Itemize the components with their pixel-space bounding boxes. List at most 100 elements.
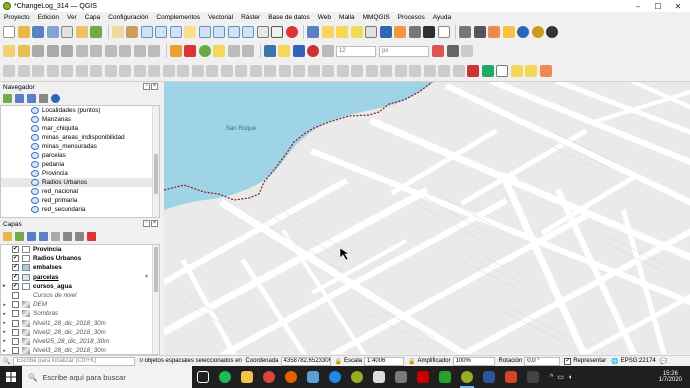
cut-features-icon[interactable]: [90, 45, 102, 57]
layer-symbol-swatch[interactable]: [22, 264, 30, 272]
app-icon-8[interactable]: [522, 366, 544, 388]
expand-all-icon[interactable]: [63, 231, 72, 241]
expand-chevron-icon[interactable]: ▸: [3, 348, 9, 354]
plugin-m-icon[interactable]: [525, 64, 537, 77]
temporal-controller-icon[interactable]: [271, 26, 283, 38]
python-console-icon[interactable]: [459, 26, 471, 38]
browser-item[interactable]: pedania: [1, 160, 159, 169]
browser-item[interactable]: red_primaria: [1, 196, 159, 205]
plugin-g-icon[interactable]: [432, 45, 444, 57]
deselect-icon[interactable]: [350, 26, 363, 38]
collapse-all-layers-icon[interactable]: [75, 231, 84, 241]
zoom-full-icon[interactable]: [169, 26, 182, 38]
layer-item[interactable]: ▸ DEM: [1, 300, 159, 309]
spotify-icon[interactable]: [214, 366, 236, 388]
select-features-icon[interactable]: [321, 26, 334, 38]
advanced-edit-20-icon[interactable]: [278, 64, 291, 77]
advanced-edit-12-icon[interactable]: [162, 64, 175, 77]
add-group-icon[interactable]: [15, 231, 24, 241]
zoom-next-icon[interactable]: [242, 26, 254, 38]
layer-item[interactable]: ✓ Provincia: [1, 245, 159, 254]
layer-visibility-checkbox[interactable]: [12, 319, 19, 327]
browser-scrollbar[interactable]: [152, 106, 159, 217]
layer-visibility-checkbox[interactable]: [12, 328, 19, 336]
menu-procesos[interactable]: Procesos: [398, 14, 425, 21]
expand-chevron-icon[interactable]: ▸: [3, 329, 9, 335]
app-icon-1[interactable]: [302, 366, 324, 388]
taskbar-clock[interactable]: 15:26 1/7/2020: [659, 366, 682, 388]
advanced-edit-7-icon[interactable]: [90, 64, 102, 77]
menu-base-de-datos[interactable]: Base de datos: [268, 14, 310, 21]
undo-icon[interactable]: [133, 45, 146, 57]
layer-item[interactable]: ▸ Nivel2_28_dic_2018_30m: [1, 328, 159, 337]
advanced-edit-4-icon[interactable]: [46, 64, 59, 77]
statistics-icon[interactable]: [394, 26, 406, 38]
browser-item[interactable]: red_secundaria: [1, 205, 159, 214]
menu-vectorial[interactable]: Vectorial: [208, 14, 233, 21]
filter-icon[interactable]: ▼: [144, 274, 149, 280]
manage-visibility-icon[interactable]: [27, 231, 36, 241]
plugin-i-icon[interactable]: [461, 45, 473, 57]
layer-item[interactable]: Cursos de nivel: [1, 291, 159, 300]
app-icon-5[interactable]: [412, 366, 434, 388]
edit-pencil-icon[interactable]: [3, 45, 15, 57]
menu-configuracion[interactable]: Configuración: [108, 14, 148, 21]
layer-visibility-checkbox[interactable]: ✓: [12, 246, 19, 254]
expand-chevron-icon[interactable]: ▸: [3, 311, 9, 317]
layer-symbol-swatch[interactable]: [22, 273, 30, 281]
app-icon-3[interactable]: [368, 366, 390, 388]
tray-chevron-icon[interactable]: ^: [550, 374, 553, 381]
open-layer-styling-icon[interactable]: [3, 231, 12, 241]
layer-item[interactable]: ✓ parcelas ▼: [1, 273, 159, 282]
advanced-edit-2-icon[interactable]: [17, 64, 30, 77]
filter-browser-icon[interactable]: [27, 93, 36, 103]
zoom-out-icon[interactable]: [155, 26, 167, 38]
field-calculator-icon[interactable]: [379, 26, 392, 38]
layer-visibility-checkbox[interactable]: [12, 292, 19, 300]
layer-item[interactable]: ▸ Sombras: [1, 309, 159, 318]
close-panel-icon[interactable]: ×: [151, 220, 158, 227]
plugin-e-icon[interactable]: [546, 26, 558, 38]
advanced-edit-19-icon[interactable]: [264, 64, 276, 77]
layers-scroll-thumb[interactable]: [154, 247, 158, 292]
advanced-edit-1-icon[interactable]: [3, 64, 15, 77]
plugin-k-icon[interactable]: [496, 64, 508, 77]
processing-toolbox-icon[interactable]: [292, 45, 305, 57]
plugin-d-icon[interactable]: [531, 26, 544, 38]
expand-chevron-icon[interactable]: ▸: [3, 338, 9, 344]
chrome-icon[interactable]: [258, 366, 280, 388]
redo-icon[interactable]: [148, 45, 160, 57]
attribute-table-icon[interactable]: [365, 26, 377, 38]
app-icon-6[interactable]: [434, 366, 456, 388]
measure-icon[interactable]: [408, 26, 421, 38]
start-button[interactable]: [0, 366, 22, 388]
menu-ver[interactable]: Ver: [67, 14, 77, 21]
magnifier-spinbox[interactable]: 100%: [452, 356, 495, 366]
rotation-spinbox[interactable]: 0,0 °: [524, 356, 561, 366]
browser-item[interactable]: Provincia: [1, 169, 159, 178]
layer-visibility-checkbox[interactable]: ✓: [12, 273, 19, 281]
zoom-native-icon[interactable]: [213, 26, 225, 38]
scale-lock-icon[interactable]: 🔒: [335, 358, 342, 365]
new-project-icon[interactable]: [3, 26, 15, 38]
filter-legend-icon[interactable]: [39, 231, 48, 241]
advanced-edit-28-icon[interactable]: [394, 64, 407, 77]
new-map-view-icon[interactable]: [256, 26, 269, 38]
browser-item[interactable]: parcelas: [1, 151, 159, 160]
coordinate-field[interactable]: 4358782,6523306: [280, 356, 331, 366]
plugin-l-icon[interactable]: [510, 64, 523, 77]
browser-item[interactable]: red_nacional: [1, 187, 159, 196]
app-icon-7[interactable]: [500, 366, 522, 388]
select-by-expression-icon[interactable]: [336, 26, 348, 38]
menu-ayuda[interactable]: Ayuda: [433, 14, 451, 21]
layer-item[interactable]: ▸ ✓ cursos_agua: [1, 282, 159, 291]
plugin-a-icon[interactable]: [488, 26, 500, 38]
firefox-icon[interactable]: [280, 366, 302, 388]
advanced-edit-9-icon[interactable]: [119, 64, 131, 77]
toggle-editing-icon[interactable]: [17, 45, 30, 57]
menu-web[interactable]: Web: [318, 14, 331, 21]
float-icon[interactable]: ▫: [143, 83, 150, 90]
menu-proyecto[interactable]: Proyecto: [4, 14, 30, 21]
crs-button[interactable]: EPSG:22174: [621, 358, 656, 364]
collapse-all-icon[interactable]: [39, 93, 48, 103]
